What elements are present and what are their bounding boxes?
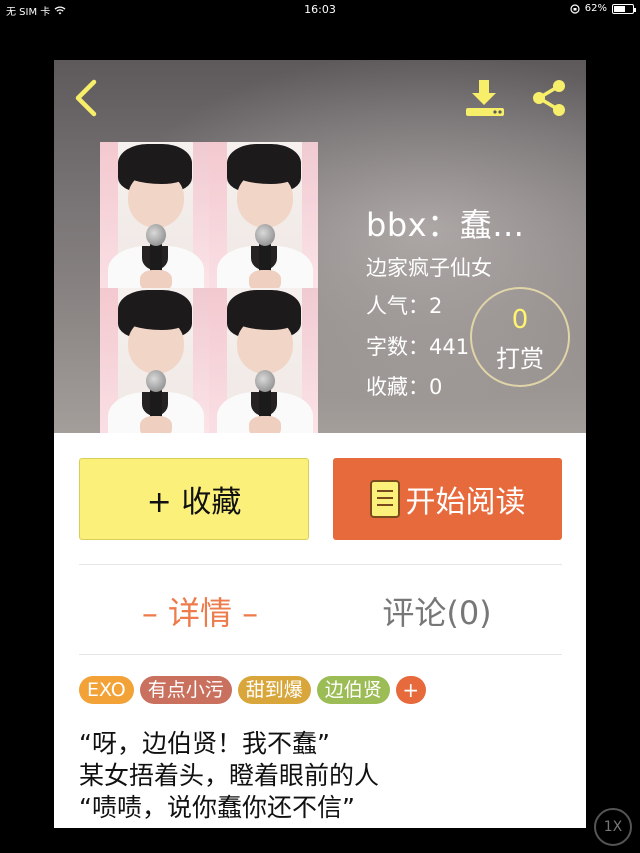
add-tag-button[interactable]: + [395, 676, 426, 704]
battery-fill [614, 5, 626, 12]
tab-comments[interactable]: 评论(0) [372, 588, 502, 634]
synopsis-line: “啧啧，说你蠢你还不信” [79, 793, 355, 822]
cover-photo [209, 142, 318, 288]
favorites-stat: 收藏：0 [366, 371, 442, 401]
synopsis: “呀，边伯贤！我不蠢” 某女捂着头，瞪着眼前的人 “啧啧，说你蠢你还不信” [79, 728, 559, 824]
favorites-value: 0 [429, 375, 443, 399]
popularity-stat: 人气：2 [366, 290, 442, 320]
start-reading-button[interactable]: 开始阅读 [333, 458, 562, 540]
word-count-stat: 字数：441 [366, 331, 469, 361]
favorites-label: 收藏： [366, 375, 429, 399]
orientation-lock-icon [570, 3, 580, 14]
synopsis-line: 某女捂着头，瞪着眼前的人 [79, 761, 380, 790]
hero-header: bbx：蠢… 边家疯子仙女 人气：2 字数：441 收藏：0 0 打赏 [54, 60, 586, 433]
collect-label: + 收藏 [146, 485, 242, 520]
divider [79, 564, 562, 565]
synopsis-line: “呀，边伯贤！我不蠢” [79, 729, 330, 758]
battery-icon [612, 3, 636, 14]
download-icon [466, 80, 504, 116]
back-button[interactable] [66, 76, 106, 120]
tag-exo[interactable]: EXO [79, 676, 134, 704]
word-count-label: 字数： [366, 335, 429, 359]
chevron-left-icon [75, 79, 97, 117]
divider [79, 654, 562, 655]
book-detail-screen: bbx：蠢… 边家疯子仙女 人气：2 字数：441 收藏：0 0 打赏 + 收藏… [54, 60, 586, 828]
cover-photo [100, 142, 209, 288]
cover-photo [209, 287, 318, 433]
author-name[interactable]: 边家疯子仙女 [366, 252, 492, 282]
battery-percent: 62% [584, 3, 607, 14]
book-icon [369, 480, 400, 518]
collect-button[interactable]: + 收藏 [79, 458, 309, 540]
status-time: 16:03 [304, 3, 336, 16]
tag-a-bit-naughty[interactable]: 有点小污 [139, 676, 232, 704]
download-button[interactable] [462, 76, 508, 120]
tag-super-sweet[interactable]: 甜到爆 [237, 676, 311, 704]
tab-detail[interactable]: – 详情 – [130, 588, 270, 634]
share-button[interactable] [526, 76, 572, 120]
tip-button[interactable]: 0 打赏 [470, 287, 570, 387]
zoom-toggle-button[interactable]: 1X [594, 808, 632, 846]
cover-photo [100, 287, 209, 433]
status-right: 62% [570, 3, 636, 14]
tag-baekhyun[interactable]: 边伯贤 [316, 676, 390, 704]
tip-count: 0 [511, 305, 529, 335]
book-cover[interactable] [100, 142, 318, 433]
popularity-label: 人气： [366, 294, 429, 318]
start-reading-label: 开始阅读 [405, 485, 526, 520]
tag-list: EXO 有点小污 甜到爆 边伯贤 + [79, 676, 426, 704]
status-bar: 无 SIM 卡 16:03 62% [0, 0, 640, 20]
tip-label: 打赏 [496, 345, 544, 373]
share-icon [533, 80, 565, 116]
book-title: bbx：蠢… [366, 206, 525, 244]
popularity-value: 2 [429, 294, 443, 318]
word-count-value: 441 [429, 335, 470, 359]
